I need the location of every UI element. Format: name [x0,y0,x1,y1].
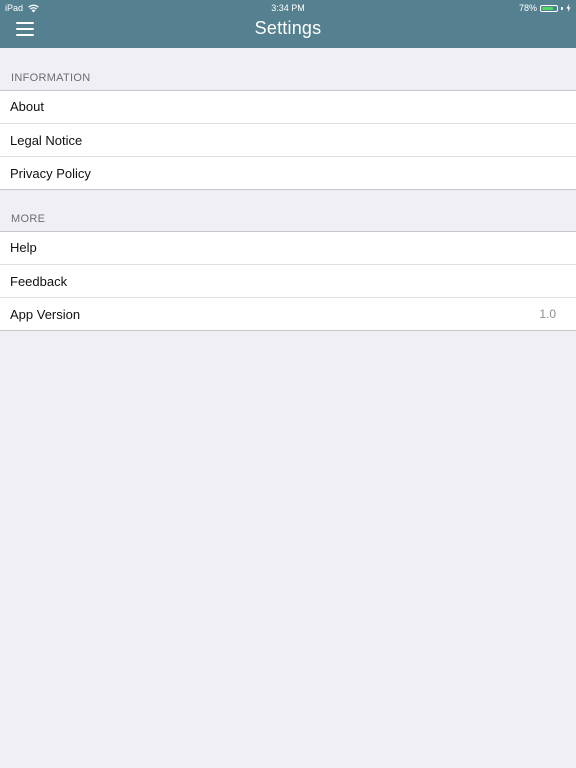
section-header-information: INFORMATION [11,72,91,84]
settings-row-privacy-policy[interactable]: Privacy Policy [0,156,576,189]
battery-level-fill [542,6,553,10]
status-bar: iPad 3:34 PM 78% [0,0,576,16]
page-title: Settings [254,18,322,38]
battery-icon [540,4,558,12]
status-right: 78% [519,0,571,16]
row-label: Privacy Policy [10,166,91,181]
settings-row-about[interactable]: About [0,91,576,123]
settings-group-more: Help Feedback App Version 1.0 [0,231,576,331]
navigation-bar: iPad 3:34 PM 78% Settings [0,0,576,48]
row-label: Legal Notice [10,133,83,148]
row-label: Feedback [10,274,68,289]
settings-row-feedback[interactable]: Feedback [0,264,576,297]
settings-row-help[interactable]: Help [0,232,576,264]
battery-tip [561,6,563,10]
settings-row-legal-notice[interactable]: Legal Notice [0,123,576,156]
row-label: About [10,99,44,114]
row-label: Help [10,240,37,255]
settings-group-information: About Legal Notice Privacy Policy [0,90,576,190]
section-header-more: MORE [11,213,46,225]
battery-percent: 78% [518,3,537,13]
status-time: 3:34 PM [271,3,305,13]
app-version-value: 1.0 [539,307,556,321]
charging-bolt-icon [566,4,571,12]
settings-row-app-version[interactable]: App Version 1.0 [0,297,576,330]
row-label: App Version [10,307,81,322]
